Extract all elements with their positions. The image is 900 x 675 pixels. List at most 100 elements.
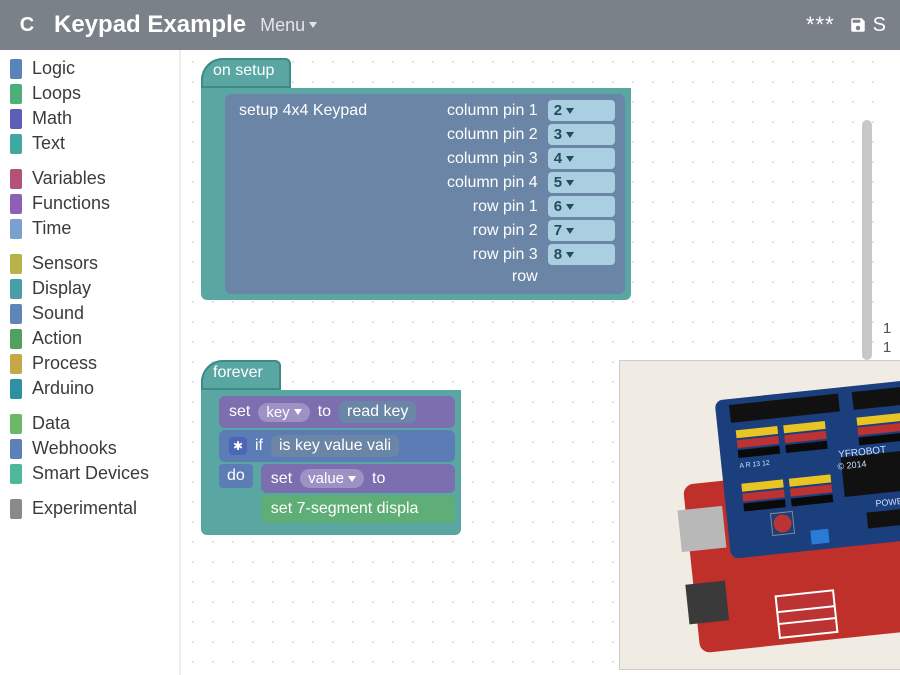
block-set-value[interactable]: set value to [261, 464, 455, 493]
variable-value-dropdown[interactable]: value [300, 469, 364, 488]
category-color-swatch [10, 169, 22, 189]
kudos-stars-button[interactable]: *** [806, 12, 835, 38]
category-label: Data [32, 413, 70, 434]
pin-label: row pin 1 [412, 198, 538, 216]
category-color-swatch [10, 279, 22, 299]
category-label: Arduino [32, 378, 94, 399]
category-label: Time [32, 218, 71, 239]
pin-label: row [412, 268, 538, 286]
category-color-swatch [10, 354, 22, 374]
category-label: Webhooks [32, 438, 117, 459]
save-label: S [873, 14, 886, 37]
gear-icon[interactable]: ✱ [229, 437, 247, 455]
category-color-swatch [10, 379, 22, 399]
chevron-down-icon [566, 108, 574, 114]
pin-label: row pin 2 [412, 222, 538, 240]
category-color-swatch [10, 84, 22, 104]
category-label: Logic [32, 58, 75, 79]
category-color-swatch [10, 219, 22, 239]
category-label: Experimental [32, 498, 137, 519]
toolbox-category-data[interactable]: Data [0, 411, 179, 436]
category-label: Process [32, 353, 97, 374]
category-label: Sensors [32, 253, 98, 274]
toolbox-category-time[interactable]: Time [0, 216, 179, 241]
pin-dropdown[interactable]: 7 [548, 220, 615, 241]
chevron-down-icon [566, 180, 574, 186]
workspace-scrollbar[interactable] [862, 120, 872, 360]
category-label: Sound [32, 303, 84, 324]
toolbox-category-sensors[interactable]: Sensors [0, 251, 179, 276]
category-label: Action [32, 328, 82, 349]
block-set-7seg[interactable]: set 7-segment displa [261, 495, 455, 523]
hardware-photo-overlay: Buzzer [619, 360, 900, 670]
toolbox-category-variables[interactable]: Variables [0, 166, 179, 191]
block-on-setup[interactable]: on setup [201, 58, 291, 88]
toolbox-category-functions[interactable]: Functions [0, 191, 179, 216]
chevron-down-icon [309, 22, 317, 28]
save-button[interactable]: S [849, 14, 886, 37]
toolbox-category-logic[interactable]: Logic [0, 56, 179, 81]
line-number: 1 [883, 320, 891, 337]
pin-dropdown[interactable]: 2 [548, 100, 615, 121]
menu-label: Menu [260, 15, 305, 36]
pin-label: column pin 2 [412, 126, 538, 144]
block-forever[interactable]: forever [201, 360, 281, 390]
toolbox-category-text[interactable]: Text [0, 131, 179, 156]
chevron-down-icon [566, 204, 574, 210]
block-if[interactable]: ✱ if is key value vali [219, 430, 455, 462]
save-icon [849, 16, 867, 34]
category-label: Variables [32, 168, 106, 189]
pin-dropdown[interactable]: 5 [548, 172, 615, 193]
category-color-swatch [10, 134, 22, 154]
category-color-swatch [10, 329, 22, 349]
category-color-swatch [10, 414, 22, 434]
toolbox-category-math[interactable]: Math [0, 106, 179, 131]
line-number: 1 [883, 339, 891, 356]
category-label: Smart Devices [32, 463, 149, 484]
chevron-down-icon [566, 228, 574, 234]
chevron-down-icon [566, 252, 574, 258]
block-read-key[interactable]: read key [339, 401, 416, 423]
toolbox-category-smart-devices[interactable]: Smart Devices [0, 461, 179, 486]
blocks-workspace[interactable]: on setup setup 4x4 Keypad column pin 1 2 co… [180, 50, 874, 675]
pin-label: row pin 3 [412, 246, 538, 264]
variable-key-dropdown[interactable]: key [258, 403, 309, 422]
toolbox-sidebar: Logic Loops MathText Variables Functions Time… [0, 50, 180, 675]
keypad-block-title: setup 4x4 Keypad [239, 102, 402, 120]
pin-dropdown[interactable]: 3 [548, 124, 615, 145]
block-is-key-valid[interactable]: is key value vali [271, 435, 399, 457]
category-color-swatch [10, 59, 22, 79]
chevron-down-icon [566, 132, 574, 138]
toolbox-category-experimental[interactable]: Experimental [0, 496, 179, 521]
toolbox-category-process[interactable]: Process [0, 351, 179, 376]
chevron-down-icon [294, 409, 302, 415]
block-set-key[interactable]: set key to read key [219, 396, 455, 428]
toolbox-category-arduino[interactable]: Arduino [0, 376, 179, 401]
block-setup-keypad[interactable]: setup 4x4 Keypad column pin 1 2 column pin … [225, 94, 625, 294]
toolbox-category-display[interactable]: Display [0, 276, 179, 301]
toolbox-category-action[interactable]: Action [0, 326, 179, 351]
category-label: Functions [32, 193, 110, 214]
page-title: Keypad Example [54, 11, 246, 39]
category-label: Display [32, 278, 91, 299]
pin-dropdown[interactable]: 6 [548, 196, 615, 217]
toolbox-category-webhooks[interactable]: Webhooks [0, 436, 179, 461]
category-color-swatch [10, 464, 22, 484]
chevron-down-icon [566, 156, 574, 162]
menu-dropdown[interactable]: Menu [260, 15, 317, 36]
category-color-swatch [10, 304, 22, 324]
toolbox-category-sound[interactable]: Sound [0, 301, 179, 326]
app-logo: C [14, 12, 40, 38]
pin-label: column pin 1 [412, 102, 538, 120]
category-label: Math [32, 108, 72, 129]
pin-label: column pin 4 [412, 174, 538, 192]
pin-dropdown[interactable]: 4 [548, 148, 615, 169]
toolbox-category-loops[interactable]: Loops [0, 81, 179, 106]
app-header: C Keypad Example Menu *** S [0, 0, 900, 50]
category-color-swatch [10, 499, 22, 519]
block-do-label: do [219, 464, 253, 488]
category-color-swatch [10, 439, 22, 459]
pin-dropdown[interactable]: 8 [548, 244, 615, 265]
category-label: Loops [32, 83, 81, 104]
chevron-down-icon [348, 476, 356, 482]
